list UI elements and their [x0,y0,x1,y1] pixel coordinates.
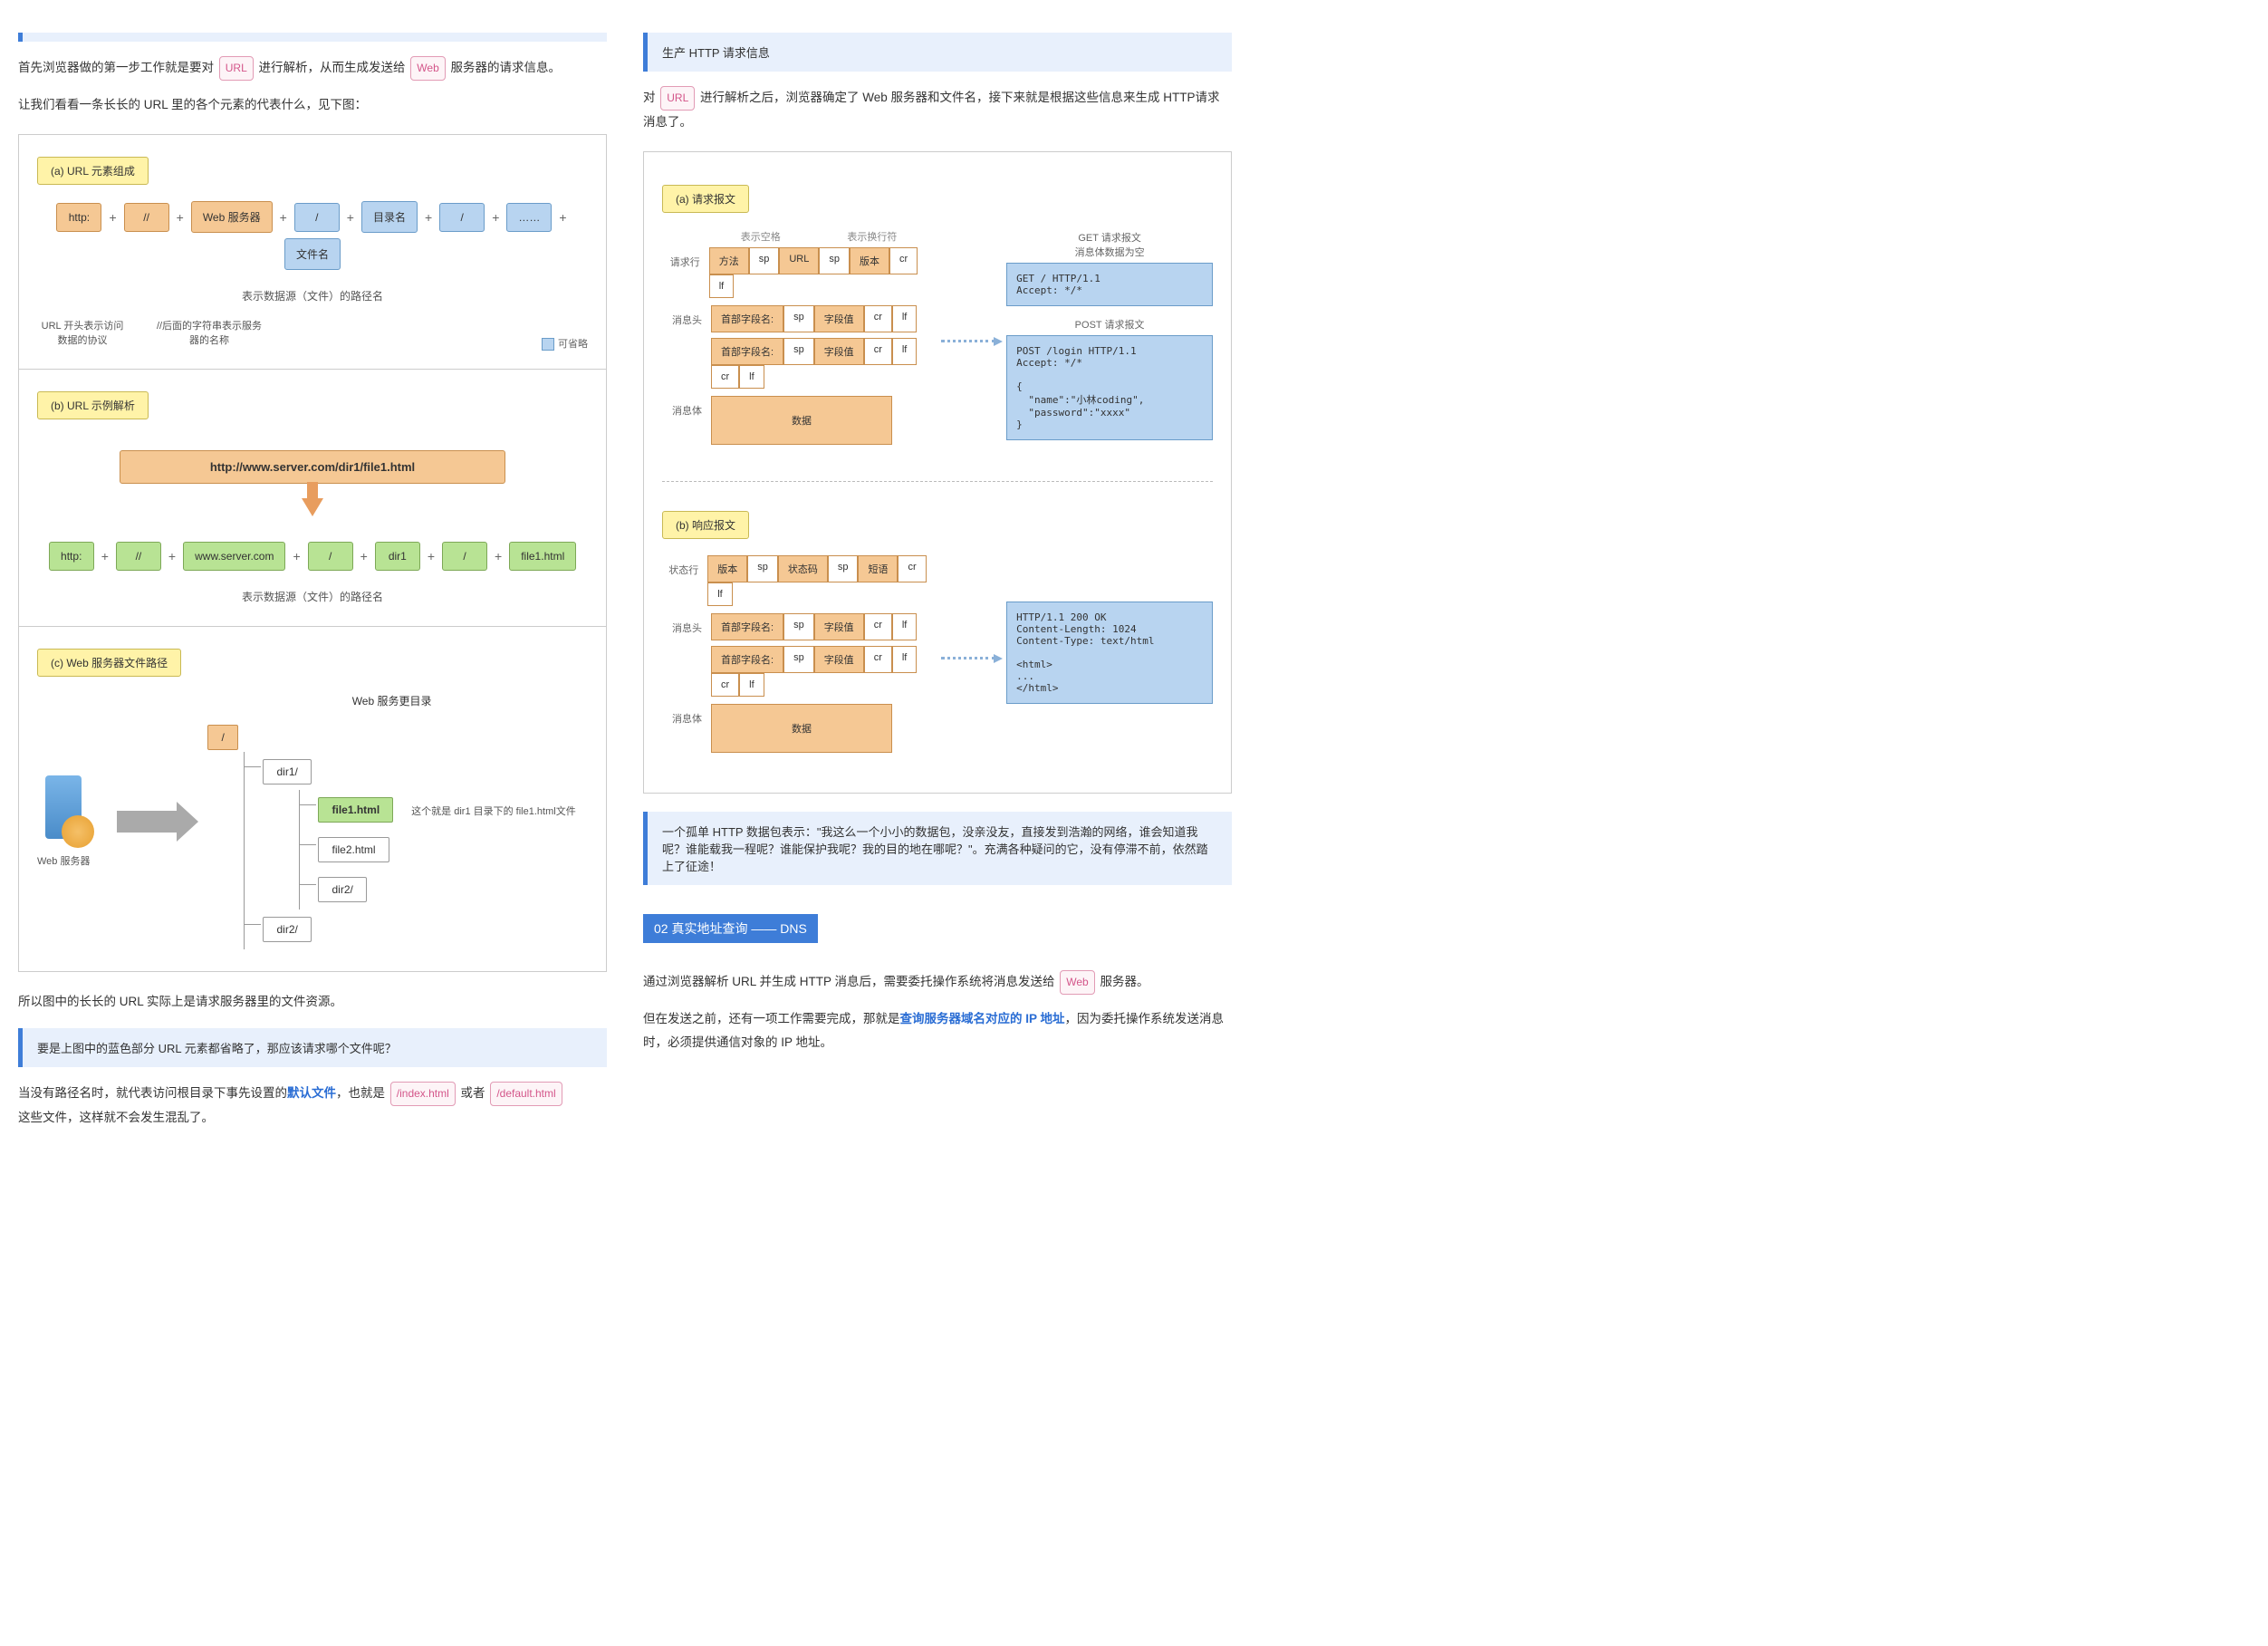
diagram-section-a: (a) URL 元素组成 http:+ //+ Web 服务器+ /+ 目录名+… [19,135,606,370]
post-example: POST /login HTTP/1.1 Accept: */* { "name… [1006,335,1213,440]
para-r2: 通过浏览器解析 URL 并生成 HTTP 消息后，需要委托操作系统将消息发送给 … [643,970,1232,995]
callout-top [18,33,607,42]
callout-quote: 一个孤单 HTTP 数据包表示："我这么一个小小的数据包，没亲没友，直接发到浩瀚… [643,812,1232,885]
para-1: 首先浏览器做的第一步工作就是要对 URL 进行解析，从而生成发送给 Web 服务… [18,56,607,81]
para-r1: 对 URL 进行解析之后，浏览器确定了 Web 服务器和文件名，接下来就是根据这… [643,86,1232,133]
label-c: (c) Web 服务器文件路径 [37,649,181,677]
url-diagram: (a) URL 元素组成 http:+ //+ Web 服务器+ /+ 目录名+… [18,134,607,972]
blk-dir: 目录名 [361,201,418,233]
section-dns-title: 02 真实地址查询 —— DNS [643,914,818,943]
legend: 可省略 [542,336,588,351]
para-3: 所以图中的长长的 URL 实际上是请求服务器里的文件资源。 [18,990,607,1014]
diagram-section-b: (b) URL 示例解析 http://www.server.com/dir1/… [19,370,606,627]
dashed-arrow-icon [941,657,995,659]
para-r3: 但在发送之前，还有一项工作需要完成，那就是查询服务器域名对应的 IP 地址，因为… [643,1007,1232,1054]
diagram-section-c: (c) Web 服务器文件路径 Web 服务器 Web 服务更目录 / dir1… [19,627,606,971]
blk-server: Web 服务器 [191,201,273,233]
response-example: HTTP/1.1 200 OK Content-Length: 1024 Con… [1006,602,1213,704]
url-bar: http://www.server.com/dir1/file1.html [120,450,505,484]
blk-slash: // [124,203,169,232]
arrow-right-icon [117,811,180,833]
page-left: 首先浏览器做的第一步工作就是要对 URL 进行解析，从而生成发送给 Web 服务… [18,18,607,1142]
blk-http: http: [56,203,101,232]
label-b: (b) URL 示例解析 [37,391,149,419]
para-4: 当没有路径名时，就代表访问根目录下事先设置的默认文件，也就是 /index.ht… [18,1082,607,1129]
http-message-diagram: (a) 请求报文 表示空格表示换行符 请求行 方法spURLsp版本crlf 消… [643,151,1232,794]
note-server: //后面的字符串表示服务器的名称 [155,318,264,347]
brace-note: 表示数据源（文件）的路径名 [37,288,588,303]
callout-question: 要是上图中的蓝色部分 URL 元素都省略了，那应该请求哪个文件呢？ [18,1028,607,1067]
arrow-down-icon [299,498,326,534]
note-protocol: URL 开头表示访问数据的协议 [37,318,128,347]
blk-s1: / [294,203,340,232]
page-right: 生产 HTTP 请求信息 对 URL 进行解析之后，浏览器确定了 Web 服务器… [643,18,1232,1142]
url-tag: URL [219,56,254,81]
blk-dots: …… [506,203,552,232]
web-tag: Web [410,56,445,81]
para-2: 让我们看看一条长长的 URL 里的各个元素的代表什么，见下图： [18,93,607,117]
blk-s2: / [439,203,485,232]
get-example: GET / HTTP/1.1 Accept: */* [1006,263,1213,306]
dashed-arrow-icon [941,340,995,342]
label-a: (a) URL 元素组成 [37,157,149,185]
blk-file: 文件名 [284,238,341,270]
callout-http: 生产 HTTP 请求信息 [643,33,1232,72]
server-icon [45,775,82,839]
